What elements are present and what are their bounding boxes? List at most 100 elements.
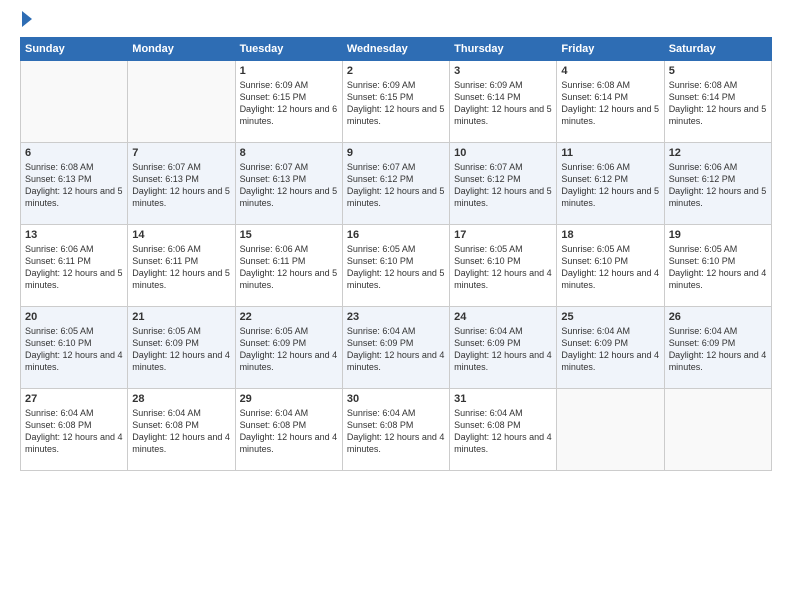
day-number: 21	[132, 311, 230, 323]
calendar-week-row: 1 Sunrise: 6:09 AM Sunset: 6:15 PM Daylig…	[21, 61, 772, 143]
day-number: 16	[347, 229, 445, 241]
calendar-cell	[21, 61, 128, 143]
calendar-cell: 2 Sunrise: 6:09 AM Sunset: 6:15 PM Daylig…	[342, 61, 449, 143]
day-number: 20	[25, 311, 123, 323]
day-info: Sunrise: 6:06 AM Sunset: 6:12 PM Dayligh…	[561, 161, 659, 210]
day-number: 29	[240, 393, 338, 405]
day-number: 4	[561, 65, 659, 77]
calendar-week-row: 27 Sunrise: 6:04 AM Sunset: 6:08 PM Dayli…	[21, 389, 772, 471]
day-info: Sunrise: 6:05 AM Sunset: 6:09 PM Dayligh…	[132, 325, 230, 374]
day-number: 8	[240, 147, 338, 159]
calendar-cell	[557, 389, 664, 471]
day-info: Sunrise: 6:04 AM Sunset: 6:09 PM Dayligh…	[454, 325, 552, 374]
calendar-cell: 6Sunrise: 6:08 AM Sunset: 6:13 PM Daylig…	[21, 143, 128, 225]
day-info: Sunrise: 6:08 AM Sunset: 6:14 PM Dayligh…	[561, 79, 659, 128]
weekday-header-tuesday: Tuesday	[235, 38, 342, 61]
day-number: 2	[347, 65, 445, 77]
calendar-cell: 22 Sunrise: 6:05 AM Sunset: 6:09 PM Dayli…	[235, 307, 342, 389]
day-info: Sunrise: 6:08 AM Sunset: 6:14 PM Dayligh…	[669, 79, 767, 128]
weekday-header-saturday: Saturday	[664, 38, 771, 61]
day-info: Sunrise: 6:06 AM Sunset: 6:11 PM Dayligh…	[132, 243, 230, 292]
day-number: 3	[454, 65, 552, 77]
calendar-cell: 19 Sunrise: 6:05 AM Sunset: 6:10 PM Dayli…	[664, 225, 771, 307]
day-number: 7	[132, 147, 230, 159]
calendar-header-row: SundayMondayTuesdayWednesdayThursdayFrid…	[21, 38, 772, 61]
calendar-cell: 23Sunrise: 6:04 AM Sunset: 6:09 PM Dayli…	[342, 307, 449, 389]
calendar-week-row: 20 Sunrise: 6:05 AM Sunset: 6:10 PM Dayli…	[21, 307, 772, 389]
calendar-cell	[128, 61, 235, 143]
day-info: Sunrise: 6:05 AM Sunset: 6:10 PM Dayligh…	[347, 243, 445, 292]
day-info: Sunrise: 6:09 AM Sunset: 6:14 PM Dayligh…	[454, 79, 552, 128]
day-info: Sunrise: 6:05 AM Sunset: 6:10 PM Dayligh…	[669, 243, 767, 292]
day-number: 30	[347, 393, 445, 405]
day-info: Sunrise: 6:04 AM Sunset: 6:09 PM Dayligh…	[561, 325, 659, 374]
calendar-cell: 25 Sunrise: 6:04 AM Sunset: 6:09 PM Dayli…	[557, 307, 664, 389]
day-info: Sunrise: 6:05 AM Sunset: 6:10 PM Dayligh…	[454, 243, 552, 292]
calendar-cell	[664, 389, 771, 471]
day-info: Sunrise: 6:04 AM Sunset: 6:08 PM Dayligh…	[240, 407, 338, 456]
calendar-cell: 9Sunrise: 6:07 AM Sunset: 6:12 PM Daylig…	[342, 143, 449, 225]
calendar-cell: 8 Sunrise: 6:07 AM Sunset: 6:13 PM Daylig…	[235, 143, 342, 225]
calendar-cell: 18Sunrise: 6:05 AM Sunset: 6:10 PM Dayli…	[557, 225, 664, 307]
day-number: 25	[561, 311, 659, 323]
day-info: Sunrise: 6:09 AM Sunset: 6:15 PM Dayligh…	[347, 79, 445, 128]
calendar-cell: 1 Sunrise: 6:09 AM Sunset: 6:15 PM Daylig…	[235, 61, 342, 143]
day-number: 12	[669, 147, 767, 159]
day-info: Sunrise: 6:04 AM Sunset: 6:08 PM Dayligh…	[454, 407, 552, 456]
day-info: Sunrise: 6:06 AM Sunset: 6:11 PM Dayligh…	[240, 243, 338, 292]
calendar-cell: 11 Sunrise: 6:06 AM Sunset: 6:12 PM Dayli…	[557, 143, 664, 225]
calendar-table: SundayMondayTuesdayWednesdayThursdayFrid…	[20, 37, 772, 471]
day-info: Sunrise: 6:07 AM Sunset: 6:12 PM Dayligh…	[347, 161, 445, 210]
day-number: 31	[454, 393, 552, 405]
day-info: Sunrise: 6:09 AM Sunset: 6:15 PM Dayligh…	[240, 79, 338, 128]
weekday-header-thursday: Thursday	[450, 38, 557, 61]
weekday-header-wednesday: Wednesday	[342, 38, 449, 61]
day-info: Sunrise: 6:05 AM Sunset: 6:10 PM Dayligh…	[25, 325, 123, 374]
day-info: Sunrise: 6:05 AM Sunset: 6:10 PM Dayligh…	[561, 243, 659, 292]
weekday-header-monday: Monday	[128, 38, 235, 61]
calendar-cell: 15Sunrise: 6:06 AM Sunset: 6:11 PM Dayli…	[235, 225, 342, 307]
day-number: 22	[240, 311, 338, 323]
calendar-cell: 21 Sunrise: 6:05 AM Sunset: 6:09 PM Dayli…	[128, 307, 235, 389]
day-number: 10	[454, 147, 552, 159]
logo	[20, 15, 32, 27]
weekday-header-sunday: Sunday	[21, 38, 128, 61]
day-info: Sunrise: 6:04 AM Sunset: 6:08 PM Dayligh…	[25, 407, 123, 456]
day-number: 27	[25, 393, 123, 405]
calendar-cell: 16 Sunrise: 6:05 AM Sunset: 6:10 PM Dayli…	[342, 225, 449, 307]
calendar-cell: 3 Sunrise: 6:09 AM Sunset: 6:14 PM Daylig…	[450, 61, 557, 143]
calendar-week-row: 13 Sunrise: 6:06 AM Sunset: 6:11 PM Dayli…	[21, 225, 772, 307]
day-info: Sunrise: 6:07 AM Sunset: 6:13 PM Dayligh…	[240, 161, 338, 210]
day-info: Sunrise: 6:04 AM Sunset: 6:09 PM Dayligh…	[669, 325, 767, 374]
weekday-header-friday: Friday	[557, 38, 664, 61]
page: SundayMondayTuesdayWednesdayThursdayFrid…	[0, 0, 792, 612]
day-number: 28	[132, 393, 230, 405]
calendar-cell: 12Sunrise: 6:06 AM Sunset: 6:12 PM Dayli…	[664, 143, 771, 225]
calendar-cell: 28Sunrise: 6:04 AM Sunset: 6:08 PM Dayli…	[128, 389, 235, 471]
day-number: 13	[25, 229, 123, 241]
calendar-cell: 5 Sunrise: 6:08 AM Sunset: 6:14 PM Daylig…	[664, 61, 771, 143]
day-number: 19	[669, 229, 767, 241]
day-number: 11	[561, 147, 659, 159]
day-number: 1	[240, 65, 338, 77]
day-number: 23	[347, 311, 445, 323]
day-number: 26	[669, 311, 767, 323]
day-info: Sunrise: 6:04 AM Sunset: 6:08 PM Dayligh…	[347, 407, 445, 456]
calendar-cell: 14 Sunrise: 6:06 AM Sunset: 6:11 PM Dayli…	[128, 225, 235, 307]
calendar-cell: 7 Sunrise: 6:07 AM Sunset: 6:13 PM Daylig…	[128, 143, 235, 225]
day-number: 14	[132, 229, 230, 241]
calendar-cell: 31 Sunrise: 6:04 AM Sunset: 6:08 PM Dayli…	[450, 389, 557, 471]
calendar-cell: 29 Sunrise: 6:04 AM Sunset: 6:08 PM Dayli…	[235, 389, 342, 471]
calendar-cell: 26 Sunrise: 6:04 AM Sunset: 6:09 PM Dayli…	[664, 307, 771, 389]
calendar-cell: 13Sunrise: 6:06 AM Sunset: 6:11 PM Dayli…	[21, 225, 128, 307]
calendar-cell: 20 Sunrise: 6:05 AM Sunset: 6:10 PM Dayli…	[21, 307, 128, 389]
day-number: 24	[454, 311, 552, 323]
calendar-week-row: 6Sunrise: 6:08 AM Sunset: 6:13 PM Daylig…	[21, 143, 772, 225]
day-number: 5	[669, 65, 767, 77]
logo-triangle-icon	[22, 11, 32, 27]
header	[20, 15, 772, 27]
calendar-cell: 17Sunrise: 6:05 AM Sunset: 6:10 PM Dayli…	[450, 225, 557, 307]
day-info: Sunrise: 6:07 AM Sunset: 6:13 PM Dayligh…	[132, 161, 230, 210]
calendar-cell: 30 Sunrise: 6:04 AM Sunset: 6:08 PM Dayli…	[342, 389, 449, 471]
day-info: Sunrise: 6:05 AM Sunset: 6:09 PM Dayligh…	[240, 325, 338, 374]
